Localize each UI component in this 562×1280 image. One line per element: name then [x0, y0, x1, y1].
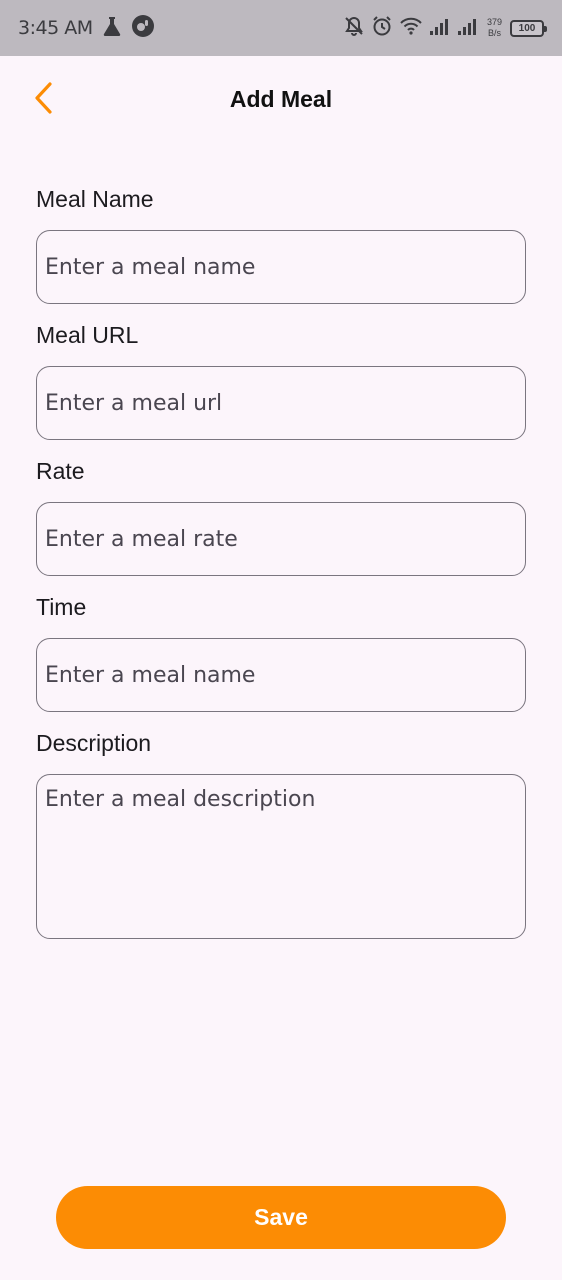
status-bar-left: 3:45 AM	[18, 14, 155, 43]
meal-url-label: Meal URL	[36, 322, 139, 348]
save-button[interactable]: Save	[56, 1186, 506, 1249]
signal-icon	[429, 16, 451, 41]
alarm-icon	[371, 15, 393, 42]
status-time: 3:45 AM	[18, 17, 93, 39]
add-meal-form: Meal Name Meal URL Rate Time Description	[36, 182, 526, 953]
rate-input[interactable]	[36, 502, 526, 576]
page-title: Add Meal	[229, 86, 333, 112]
battery-level: 100	[518, 22, 536, 34]
battery-icon: 100	[510, 19, 547, 37]
time-label: Time	[36, 594, 87, 620]
meal-name-label: Meal Name	[36, 186, 154, 212]
flask-icon	[101, 15, 123, 42]
network-speed-value: 379	[486, 17, 502, 27]
wifi-icon	[399, 16, 423, 41]
network-speed-unit: B/s	[487, 28, 501, 38]
app-bar: Add Meal	[0, 56, 562, 148]
app-circle-icon	[131, 14, 155, 43]
time-input[interactable]	[36, 638, 526, 712]
status-bar-right: 379 B/s 100	[343, 15, 547, 42]
status-bar: 3:45 AM 379 B/s 100	[0, 0, 562, 56]
meal-name-input[interactable]	[36, 230, 526, 304]
bell-off-icon	[343, 15, 365, 42]
description-label: Description	[36, 730, 152, 756]
network-speed: 379 B/s	[487, 17, 502, 39]
meal-url-input[interactable]	[36, 366, 526, 440]
signal-icon	[457, 16, 479, 41]
description-input[interactable]	[36, 774, 526, 939]
rate-label: Rate	[36, 458, 85, 484]
